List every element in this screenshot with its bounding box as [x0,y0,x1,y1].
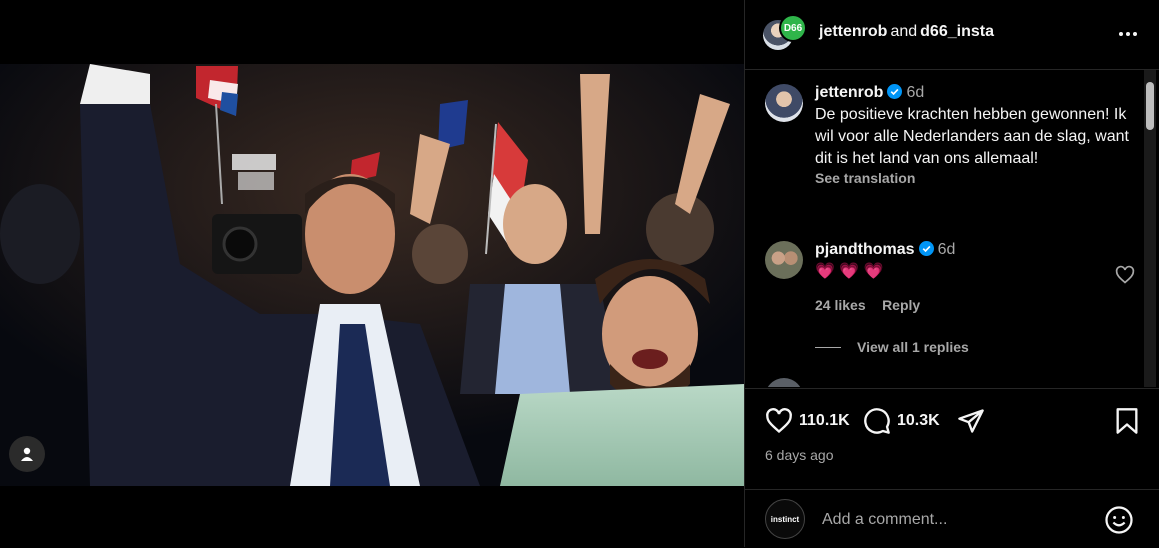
comments-scrollbar[interactable] [1144,70,1156,387]
post-header: D66 jettenrob and d66_insta [745,0,1159,70]
comment-time[interactable]: 6d [938,241,956,258]
share-action [957,407,985,435]
comments-list: jettenrob 6d De positieve krachten hebben… [745,70,1145,387]
post-timestamp[interactable]: 6 days ago [765,447,834,463]
like-count[interactable]: 110.1K [799,412,850,430]
post-authors: jettenrob and d66_insta [819,23,994,41]
verified-badge-icon [918,241,934,256]
more-options-button[interactable] [1116,22,1140,46]
caption-comment: jettenrob 6d De positieve krachten hebben… [765,84,1135,224]
author-username[interactable]: jettenrob [819,23,887,40]
caption-username[interactable]: jettenrob [815,84,883,101]
caption-time[interactable]: 6d [906,84,924,101]
current-user-avatar-label: instinct [770,514,800,524]
view-replies-button[interactable]: View all 1 replies [857,339,969,355]
add-comment-input[interactable] [820,508,1094,532]
post-photo[interactable] [0,64,744,486]
coauthor-avatar[interactable]: D66 [779,14,807,42]
share-paper-plane-icon[interactable] [957,407,985,435]
save-action [1114,407,1140,435]
current-user-avatar[interactable]: instinct [765,499,805,539]
comment-reply-button[interactable]: Reply [882,297,920,313]
post-media [0,0,744,547]
comment-bubble-icon[interactable] [863,407,891,435]
bookmark-icon[interactable] [1114,407,1140,435]
replies-divider [815,346,841,348]
comment-avatar[interactable] [765,241,803,279]
post-side-panel: D66 jettenrob and d66_insta jettenrob 6d De… [744,0,1159,547]
post-actions: 110.1K 10.3K 6 days ago [745,388,1159,479]
comment-item: pjandthomas 6d 💗 💗 💗 24 likes Reply View … [765,241,1135,361]
see-translation-link[interactable]: See translation [815,170,1135,186]
person-icon [21,447,33,461]
tagged-people-button[interactable] [9,436,45,472]
comment-count[interactable]: 10.3K [897,412,940,430]
emoji-icon[interactable] [1104,505,1134,535]
coauthor-username[interactable]: d66_insta [920,23,994,40]
comment-action: 10.3K [863,407,940,435]
like-action: 110.1K [765,407,850,435]
scrollbar-thumb[interactable] [1146,82,1154,130]
authors-conjunction: and [890,23,918,40]
comment-composer: instinct [745,489,1159,548]
more-dots-icon [1119,32,1137,36]
comment-username[interactable]: pjandthomas [815,241,915,258]
coauthor-avatar-label: D66 [783,22,803,34]
verified-badge-icon [887,84,903,99]
comment-avatar[interactable] [765,378,803,387]
comment-text: 💗 💗 💗 [815,263,884,280]
caption-avatar[interactable] [765,84,803,122]
comment-item-partial [765,378,1135,387]
crowd-photo-illustration [0,64,744,486]
comment-like-heart-icon[interactable] [1115,265,1135,285]
caption-text: De positieve krachten hebben gewonnen! I… [815,106,1129,167]
like-heart-icon[interactable] [765,407,793,435]
comment-likes[interactable]: 24 likes [815,297,866,313]
